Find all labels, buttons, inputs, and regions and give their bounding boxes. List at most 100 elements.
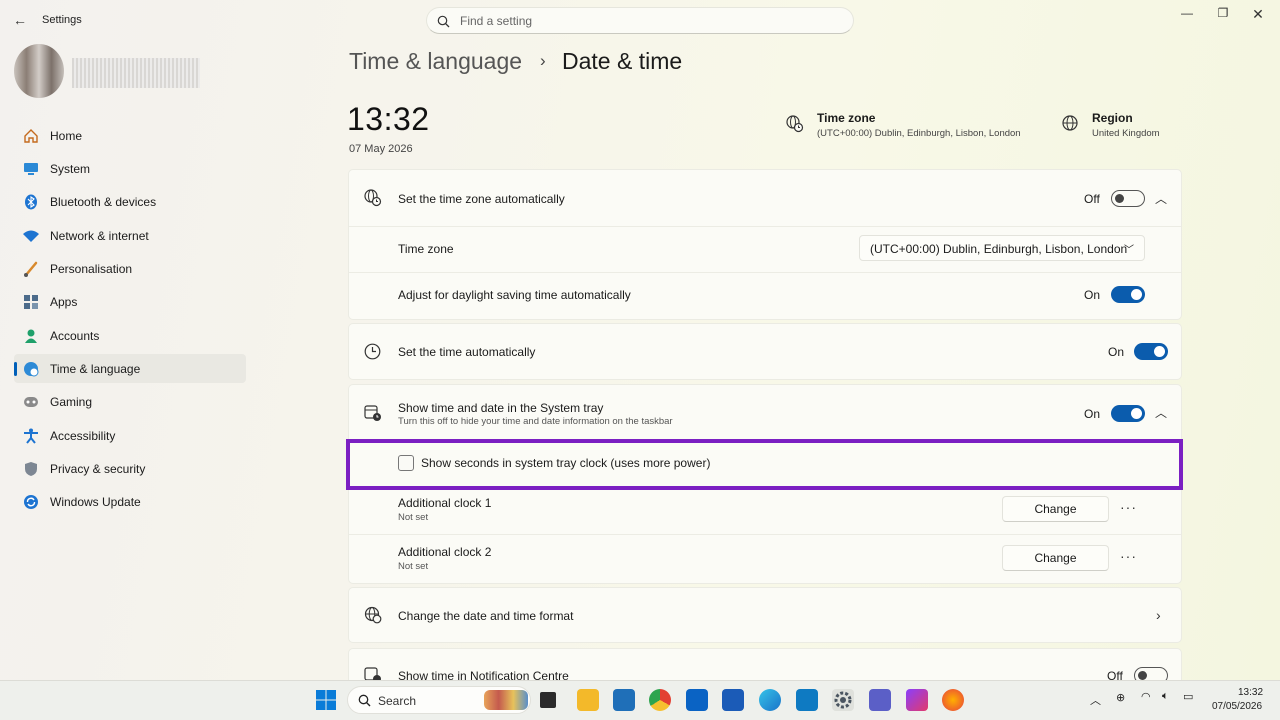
close-icon[interactable]: ✕	[1248, 6, 1268, 22]
teams-icon[interactable]	[869, 689, 891, 711]
highlight-box	[346, 439, 1183, 490]
network-status-icon[interactable]: ⊕	[1116, 691, 1125, 704]
word-icon[interactable]	[722, 689, 744, 711]
taskbar	[0, 680, 1280, 720]
current-date: 07 May 2026	[349, 143, 413, 155]
wifi-icon[interactable]: ◠	[1141, 690, 1151, 703]
chrome-icon[interactable]	[649, 689, 671, 711]
divider	[349, 272, 1181, 273]
auto-time-toggle[interactable]	[1134, 343, 1168, 360]
system-tray-label: Show time and date in the System tray	[398, 401, 604, 415]
sidebar-item-label: Network & internet	[50, 228, 149, 243]
file-explorer-icon[interactable]	[577, 689, 599, 711]
accessibility-icon	[22, 427, 40, 445]
settings-gear-icon[interactable]	[832, 689, 854, 711]
auto-timezone-label: Set the time zone automatically	[398, 192, 565, 206]
breadcrumb-parent[interactable]: Time & language	[349, 48, 522, 75]
timezone-select-value: (UTC+00:00) Dublin, Edinburgh, Lisbon, L…	[870, 242, 1128, 256]
search-input[interactable]: Find a setting	[426, 7, 854, 34]
globe-clock-icon	[364, 189, 382, 207]
back-arrow-icon[interactable]: ←	[12, 12, 28, 28]
sidebar-item-privacy[interactable]: Privacy & security	[14, 454, 246, 483]
bluetooth-icon	[22, 193, 40, 211]
person-icon	[22, 327, 40, 345]
timezone-info-value: (UTC+00:00) Dublin, Edinburgh, Lisbon, L…	[817, 128, 1021, 139]
edge-icon[interactable]	[759, 689, 781, 711]
auto-timezone-toggle[interactable]	[1111, 190, 1145, 207]
clock2-status: Not set	[398, 561, 429, 572]
task-view-icon[interactable]	[540, 692, 556, 708]
sidebar-item-accessibility[interactable]: Accessibility	[14, 421, 246, 450]
clock1-status: Not set	[398, 512, 429, 523]
timezone-label: Time zone	[398, 242, 454, 256]
monitor-icon	[22, 160, 40, 178]
region-info-value: United Kingdom	[1092, 128, 1160, 139]
divider	[349, 226, 1181, 227]
auto-time-label: Set the time automatically	[398, 345, 536, 359]
sidebar-item-label: Time & language	[50, 361, 141, 376]
globe-clock-icon	[786, 115, 804, 136]
brush-icon	[22, 260, 40, 278]
timezone-select[interactable]: (UTC+00:00) Dublin, Edinburgh, Lisbon, L…	[859, 235, 1145, 261]
sidebar-item-bluetooth[interactable]: Bluetooth & devices	[14, 187, 246, 216]
system-tray-state: On	[1084, 407, 1101, 421]
home-icon	[22, 127, 40, 145]
search-placeholder: Find a setting	[460, 14, 533, 28]
volume-icon[interactable]: 🔈︎	[1162, 690, 1169, 703]
globe-clock-icon	[364, 606, 382, 624]
sidebar-item-label: Bluetooth & devices	[50, 194, 157, 209]
taskbar-time[interactable]: 13:32	[1238, 687, 1263, 698]
region-info-title: Region	[1092, 111, 1133, 125]
sidebar-item-apps[interactable]: Apps	[14, 287, 246, 316]
sidebar-item-windows-update[interactable]: Windows Update	[14, 487, 246, 516]
sidebar-item-label: Privacy & security	[50, 461, 146, 476]
auto-timezone-state: Off	[1084, 192, 1100, 206]
app-icon[interactable]	[906, 689, 928, 711]
clock2-label: Additional clock 2	[398, 545, 492, 559]
clock-icon	[364, 343, 382, 361]
auto-time-state: On	[1108, 345, 1125, 359]
breadcrumb-separator: ›	[540, 51, 546, 70]
sidebar-item-time-language[interactable]: Time & language	[14, 354, 246, 383]
minimize-icon[interactable]: —	[1177, 6, 1197, 22]
search-highlight-image	[484, 690, 528, 710]
chevron-up-icon[interactable]: ︿	[1155, 404, 1167, 421]
daylight-toggle[interactable]	[1111, 286, 1145, 303]
sidebar-item-network[interactable]: Network & internet	[14, 221, 246, 250]
sidebar-item-personalisation[interactable]: Personalisation	[14, 254, 246, 283]
photos-icon[interactable]	[796, 689, 818, 711]
store-icon[interactable]	[613, 689, 635, 711]
system-tray-toggle[interactable]	[1111, 405, 1145, 422]
more-options-icon[interactable]: ···	[1120, 548, 1137, 564]
apps-icon	[22, 293, 40, 311]
update-icon	[22, 493, 40, 511]
globe-icon	[1062, 115, 1078, 134]
divider	[349, 534, 1181, 535]
sidebar-item-gaming[interactable]: Gaming	[14, 387, 246, 416]
taskbar-date[interactable]: 07/05/2026	[1212, 701, 1262, 712]
clock1-change-button[interactable]: Change	[1002, 496, 1109, 522]
page-title: Date & time	[562, 48, 683, 74]
sidebar-item-label: Windows Update	[50, 494, 141, 509]
clock2-change-button[interactable]: Change	[1002, 545, 1109, 571]
outlook-icon[interactable]	[686, 689, 708, 711]
firefox-icon[interactable]	[942, 689, 964, 711]
daylight-label: Adjust for daylight saving time automati…	[398, 288, 631, 302]
chevron-up-icon[interactable]: ︿	[1090, 692, 1101, 708]
sidebar-item-label: Home	[50, 128, 83, 143]
windows-start-icon[interactable]	[315, 689, 337, 711]
shield-icon	[22, 460, 40, 478]
sidebar-item-system[interactable]: System	[14, 154, 246, 183]
avatar[interactable]	[14, 44, 64, 98]
more-options-icon[interactable]: ···	[1120, 499, 1137, 515]
sidebar-item-label: Personalisation	[50, 261, 133, 276]
calendar-clock-icon	[364, 404, 382, 422]
maximize-icon[interactable]: ❐	[1213, 6, 1233, 22]
battery-icon[interactable]: ▭	[1183, 690, 1193, 703]
sidebar-item-accounts[interactable]: Accounts	[14, 321, 246, 350]
chevron-up-icon[interactable]: ︿	[1155, 190, 1167, 207]
sidebar-item-label: System	[50, 161, 91, 176]
chevron-right-icon: ›	[1156, 607, 1161, 623]
taskbar-search[interactable]: Search	[347, 686, 531, 714]
sidebar-item-home[interactable]: Home	[14, 121, 246, 150]
